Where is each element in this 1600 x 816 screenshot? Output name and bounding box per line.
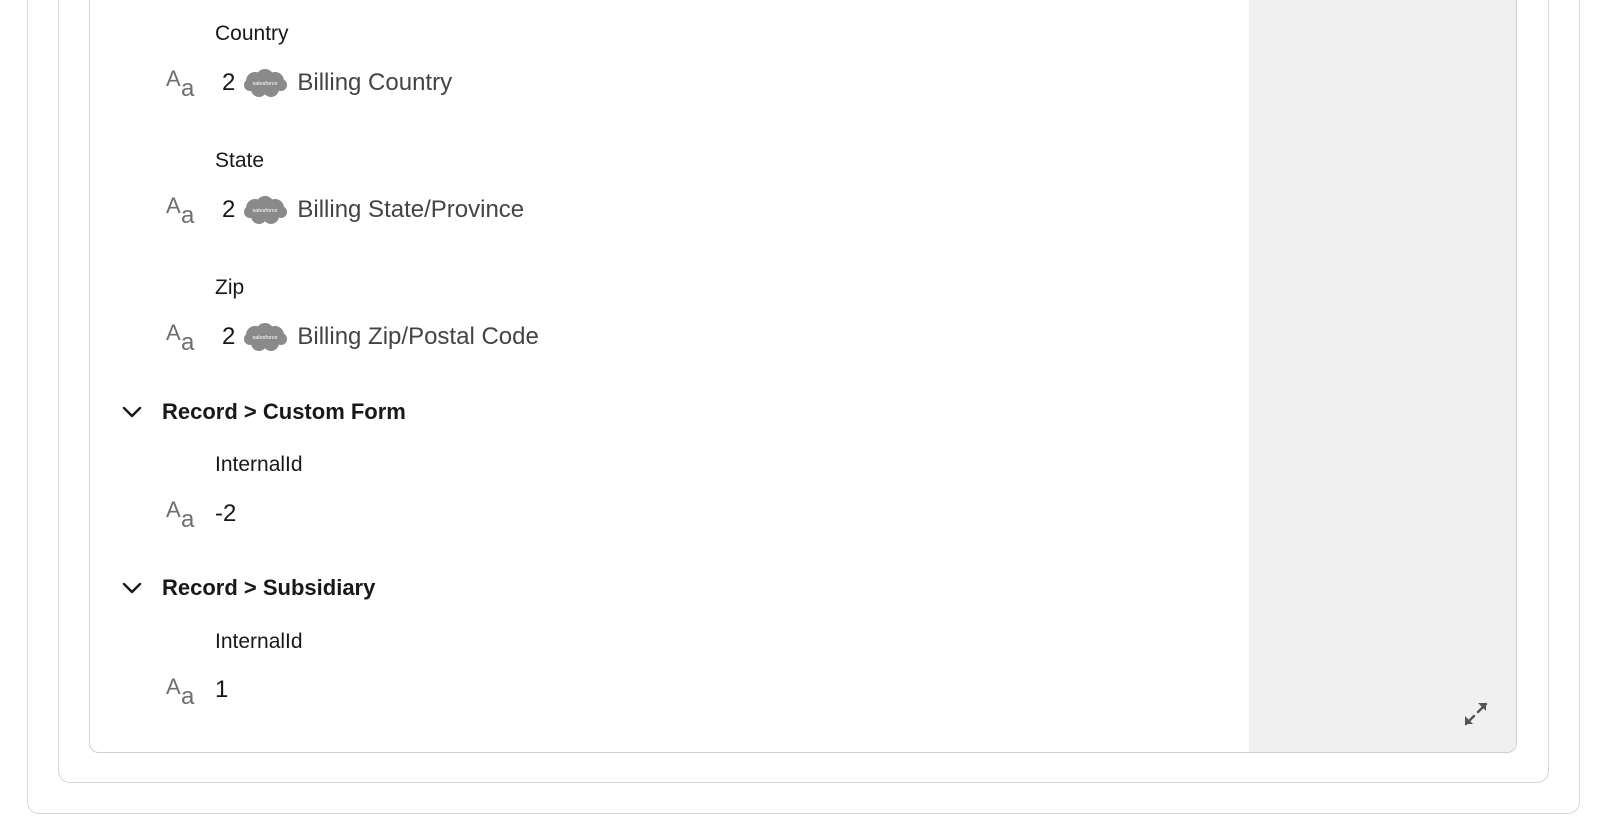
text-type-icon: Aa (166, 320, 195, 356)
source-field-state: Billing State/Province (297, 196, 525, 223)
salesforce-cloud-icon: salesforce (244, 323, 288, 351)
chevron-down-icon[interactable] (120, 576, 144, 600)
expand-icon[interactable] (1462, 700, 1490, 728)
source-field-zip: Billing Zip/Postal Code (297, 323, 539, 350)
field-value-row-country[interactable]: 2 salesforce Billing Country (222, 66, 452, 100)
field-label-state: State (215, 149, 265, 172)
field-label-country: Country (215, 22, 289, 45)
svg-text:salesforce: salesforce (253, 81, 278, 87)
svg-text:salesforce: salesforce (253, 335, 278, 341)
field-label-zip: Zip (215, 276, 245, 299)
text-type-icon: Aa (166, 497, 195, 533)
field-value-zip: 2 (222, 323, 236, 350)
svg-text:salesforce: salesforce (253, 208, 278, 214)
field-value-state: 2 (222, 196, 236, 223)
field-label-internalid: InternalId (215, 453, 303, 476)
salesforce-cloud-icon: salesforce (244, 196, 288, 224)
field-value-subsidiary-internalid[interactable]: 1 (215, 676, 228, 704)
field-value-row-zip[interactable]: 2 salesforce Billing Zip/Postal Code (222, 320, 539, 354)
side-panel (1249, 0, 1516, 752)
salesforce-cloud-icon: salesforce (244, 69, 288, 97)
field-value-custom-form-internalid[interactable]: -2 (215, 500, 236, 528)
field-label-internalid: InternalId (215, 630, 303, 653)
source-field-country: Billing Country (297, 69, 453, 96)
text-type-icon: Aa (166, 66, 195, 102)
chevron-down-icon[interactable] (120, 400, 144, 424)
field-value-country: 2 (222, 69, 236, 96)
section-title: Record > Subsidiary (162, 575, 376, 600)
field-value-row-state[interactable]: 2 salesforce Billing State/Province (222, 193, 524, 227)
section-header-custom-form[interactable]: Record > Custom Form (120, 397, 406, 427)
mapping-card (89, 0, 1517, 753)
text-type-icon: Aa (166, 193, 195, 229)
text-type-icon: Aa (166, 674, 195, 710)
section-header-subsidiary[interactable]: Record > Subsidiary (120, 573, 375, 603)
section-title: Record > Custom Form (162, 399, 406, 424)
